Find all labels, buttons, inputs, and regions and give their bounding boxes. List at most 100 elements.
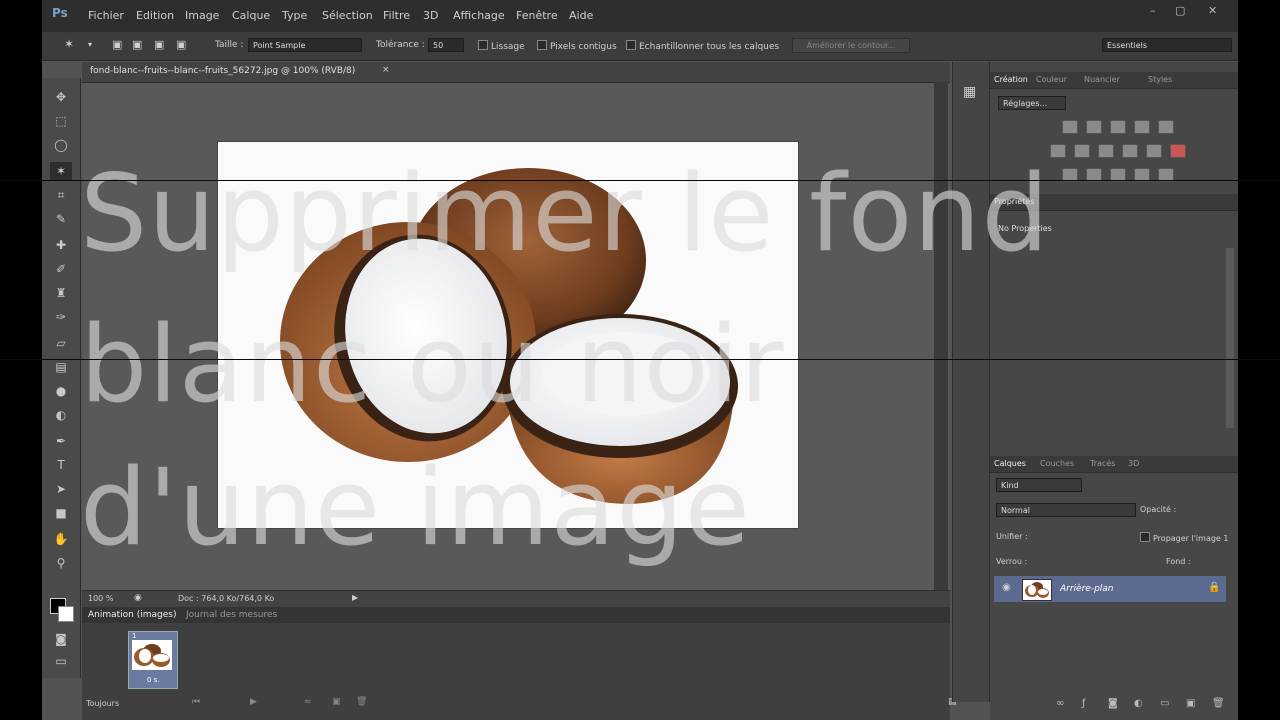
layer-filter-kind[interactable]: Kind — [996, 478, 1082, 492]
black-white-icon[interactable] — [1098, 144, 1114, 158]
dodge-tool-icon[interactable]: ◐ — [50, 406, 72, 424]
loop-select[interactable]: Toujours — [86, 699, 119, 708]
delete-frame-icon[interactable]: 🗑 — [356, 697, 367, 707]
minimize-button[interactable]: – — [1150, 4, 1156, 17]
zoom-level[interactable]: 100 % — [88, 594, 113, 603]
tab-styles[interactable]: Styles — [1148, 75, 1172, 84]
color-balance-icon[interactable] — [1074, 144, 1090, 158]
tween-icon[interactable]: ≈ — [304, 697, 312, 707]
zoom-tool-icon[interactable]: ⚲ — [50, 554, 72, 572]
eye-icon[interactable]: ◉ — [1002, 582, 1011, 593]
sample-size-select[interactable]: Point Sample — [248, 38, 362, 52]
screen-mode-icon[interactable]: ▭ — [50, 652, 72, 670]
color-lookup-icon[interactable] — [1170, 144, 1186, 158]
tab-creation[interactable]: Création — [994, 75, 1028, 84]
layer-name[interactable]: Arrière-plan — [1060, 584, 1114, 594]
menu-type[interactable]: Type — [282, 9, 307, 22]
workspace-select[interactable]: Essentiels — [1102, 38, 1232, 52]
blur-tool-icon[interactable]: ● — [50, 382, 72, 400]
intersect-selection-icon[interactable]: ▣ — [176, 38, 186, 51]
play-icon[interactable]: ▶ — [250, 697, 257, 707]
exposure-icon[interactable] — [1134, 120, 1150, 134]
delete-layer-icon[interactable]: 🗑 — [1212, 698, 1225, 709]
tab-couleur[interactable]: Couleur — [1036, 75, 1067, 84]
vibrance-icon[interactable] — [1158, 120, 1174, 134]
mask-icon[interactable]: ◙ — [1108, 698, 1118, 709]
background-color-swatch[interactable] — [58, 606, 74, 622]
photo-filter-icon[interactable] — [1122, 144, 1138, 158]
propager-checkbox[interactable]: Propager l'image 1 — [1140, 532, 1228, 543]
healing-tool-icon[interactable]: ✚ — [50, 236, 72, 254]
history-panel-icon[interactable]: ▦ — [963, 84, 976, 100]
chevron-down-icon[interactable]: ▾ — [88, 40, 92, 49]
history-brush-icon[interactable]: ✑ — [50, 308, 72, 326]
tab-nuancier[interactable]: Nuancier — [1084, 75, 1120, 84]
levels-icon[interactable] — [1086, 120, 1102, 134]
new-frame-icon[interactable]: ▣ — [332, 697, 341, 707]
tab-couches[interactable]: Couches — [1040, 459, 1074, 468]
menu-calque[interactable]: Calque — [232, 9, 270, 22]
menu-selection[interactable]: Sélection — [322, 9, 373, 22]
properties-scrollbar[interactable] — [1226, 248, 1234, 428]
lissage-checkbox[interactable]: Lissage — [478, 40, 525, 52]
adjustments-dropdown[interactable]: Réglages... — [998, 96, 1066, 110]
adjustment-layer-icon[interactable]: ◐ — [1134, 698, 1143, 709]
menu-fenetre[interactable]: Fenêtre — [516, 9, 558, 22]
pixels-contigus-checkbox[interactable]: Pixels contigus — [537, 40, 617, 52]
magic-wand-icon[interactable]: ✶ — [64, 37, 74, 51]
crop-tool-icon[interactable]: ⌗ — [50, 186, 72, 204]
path-select-icon[interactable]: ➤ — [50, 480, 72, 498]
curves-icon[interactable] — [1110, 120, 1126, 134]
brush-tool-icon[interactable]: ✐ — [50, 260, 72, 278]
status-info-icon[interactable]: ◉ — [134, 593, 142, 603]
menu-edition[interactable]: Edition — [136, 9, 174, 22]
lasso-tool-icon[interactable]: ◯ — [50, 136, 72, 154]
menu-image[interactable]: Image — [185, 9, 219, 22]
fx-icon[interactable]: ƒ — [1082, 698, 1086, 709]
layer-row[interactable]: ◉ Arrière-plan 🔒 — [994, 576, 1226, 602]
first-frame-icon[interactable]: ⏮ — [192, 697, 200, 707]
close-tab-icon[interactable]: × — [382, 65, 390, 75]
status-menu-arrow-icon[interactable]: ▶ — [352, 593, 358, 602]
shape-tool-icon[interactable]: ■ — [50, 504, 72, 522]
tab-journal-mesures[interactable]: Journal des mesures — [186, 610, 277, 620]
eyedropper-tool-icon[interactable]: ✎ — [50, 210, 72, 228]
stamp-tool-icon[interactable]: ♜ — [50, 284, 72, 302]
tab-3d[interactable]: 3D — [1128, 459, 1139, 468]
echantillonner-checkbox[interactable]: Echantillonner tous les calques — [626, 40, 779, 52]
maximize-button[interactable]: ▢ — [1175, 4, 1185, 17]
hand-tool-icon[interactable]: ✋ — [50, 530, 72, 548]
blend-mode-select[interactable]: Normal — [996, 503, 1136, 517]
frame-delay[interactable]: 0 s. — [147, 676, 160, 684]
hue-saturation-icon[interactable] — [1050, 144, 1066, 158]
link-layers-icon[interactable]: ∞ — [1056, 698, 1064, 709]
animation-frame[interactable]: 1 0 s. — [128, 631, 178, 689]
menu-fichier[interactable]: Fichier — [88, 9, 124, 22]
add-selection-icon[interactable]: ▣ — [132, 38, 142, 51]
subtract-selection-icon[interactable]: ▣ — [154, 38, 164, 51]
refine-edge-button[interactable]: Améliorer le contour... — [792, 38, 910, 53]
type-tool-icon[interactable]: T — [50, 456, 72, 474]
channel-mixer-icon[interactable] — [1146, 144, 1162, 158]
brightness-icon[interactable] — [1062, 120, 1078, 134]
new-layer-icon[interactable]: ▣ — [1186, 698, 1195, 709]
document-tab[interactable]: fond-blanc--fruits--blanc--fruits_56272.… — [82, 62, 950, 83]
menu-3d[interactable]: 3D — [423, 9, 438, 22]
tolerance-input[interactable]: 50 — [428, 38, 464, 52]
gradient-tool-icon[interactable]: ▤ — [50, 358, 72, 376]
close-button[interactable]: ✕ — [1208, 4, 1217, 17]
menu-aide[interactable]: Aide — [569, 9, 593, 22]
magic-wand-tool-icon[interactable]: ✶ — [50, 162, 72, 180]
new-selection-icon[interactable]: ▣ — [112, 38, 122, 51]
menu-affichage[interactable]: Affichage — [453, 9, 505, 22]
menu-filtre[interactable]: Filtre — [383, 9, 410, 22]
tab-traces[interactable]: Tracés — [1090, 459, 1115, 468]
tab-animation[interactable]: Animation (images) — [88, 610, 177, 620]
quick-mask-icon[interactable]: ◙ — [50, 630, 72, 648]
marquee-tool-icon[interactable]: ⬚ — [50, 112, 72, 130]
pen-tool-icon[interactable]: ✒ — [50, 432, 72, 450]
group-icon[interactable]: ▭ — [1160, 698, 1169, 709]
tab-calques[interactable]: Calques — [994, 459, 1026, 468]
eraser-tool-icon[interactable]: ▱ — [50, 334, 72, 352]
move-tool-icon[interactable]: ✥ — [50, 88, 72, 106]
